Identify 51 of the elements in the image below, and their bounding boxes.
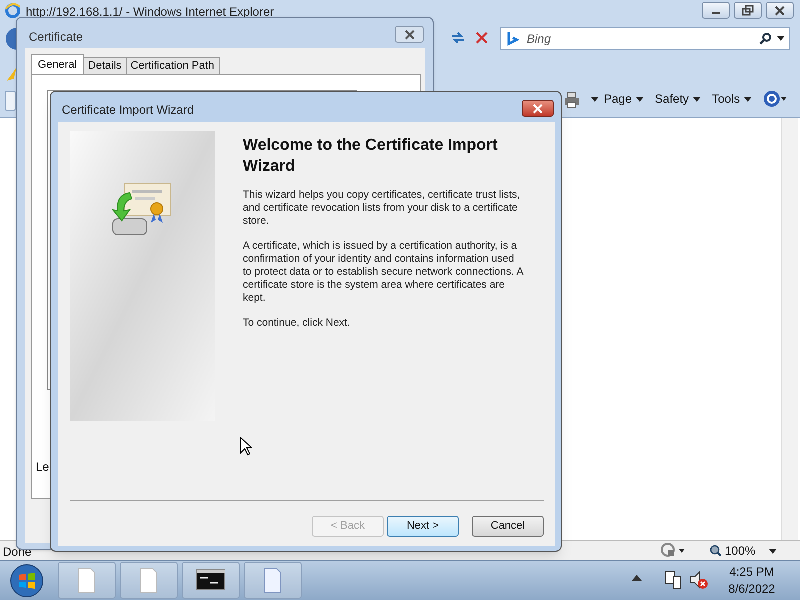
wizard-heading: Welcome to the Certificate Import Wizard — [243, 136, 499, 177]
wizard-button[interactable]: Cancel — [472, 516, 544, 537]
status-text: Done — [3, 544, 32, 561]
search-icon — [759, 32, 773, 46]
tab[interactable]: Certification Path — [126, 57, 220, 75]
close-icon — [474, 30, 490, 46]
wizard-paragraph: A certificate, which is issued by a certification authority, is a confirmation of your identity and contains information used to protect data or to establish secure network connections. A certificate store is the system area where certificates are kept. — [243, 240, 525, 305]
clock-time: 4:25 PM — [730, 564, 774, 581]
b-logo-icon — [507, 30, 519, 46]
zoom-button[interactable]: 100% — [710, 542, 777, 560]
close-icon — [404, 30, 416, 40]
clock-date: 8/6/2022 — [728, 581, 776, 598]
network-icon — [664, 569, 682, 591]
minimize-button[interactable] — [702, 2, 730, 19]
search-placeholder: Bing — [527, 30, 552, 48]
start-button[interactable] — [9, 563, 45, 599]
help-icon — [763, 90, 790, 108]
minimize-icon — [712, 12, 720, 14]
dialog-title: Certificate — [29, 29, 84, 46]
up-arrow-icon — [632, 574, 642, 582]
caret-icon — [636, 96, 644, 102]
wizard-button[interactable]: Next > — [387, 516, 459, 537]
printer-icon — [563, 91, 581, 109]
command-menu-button[interactable]: Page — [604, 90, 644, 108]
muted-speaker-icon — [689, 569, 709, 591]
close-button[interactable] — [766, 2, 794, 19]
panel-text: Le — [36, 459, 50, 476]
caret-icon — [693, 96, 702, 102]
ie-logo-icon — [5, 3, 21, 19]
restore-icon — [740, 4, 756, 18]
caret-icon — [744, 96, 752, 102]
caret-icon — [777, 36, 785, 42]
taskbar-button[interactable] — [182, 562, 240, 599]
window-title: http://192.168.1.1/ - Windows Internet Explorer — [26, 4, 274, 21]
tab[interactable]: Details — [83, 57, 127, 75]
mouse-cursor-icon — [240, 437, 252, 456]
tab[interactable]: General — [31, 54, 84, 75]
wizard-title: Certificate Import Wizard — [62, 102, 194, 119]
wizard-paragraph: This wizard helps you copy certificates, certificate trust lists, and certificate revocation lists from your disk to a certificate store. — [243, 189, 522, 228]
command-menu-button[interactable]: Safety — [655, 90, 702, 108]
caret-icon — [768, 548, 777, 554]
search-field[interactable]: Bing — [500, 27, 790, 50]
caret-icon — [591, 97, 599, 102]
restore-button[interactable] — [734, 2, 762, 19]
close-button[interactable] — [395, 26, 424, 43]
magnifier-icon — [710, 545, 722, 557]
close-button[interactable] — [522, 100, 554, 117]
wizard-paragraph: To continue, click Next. — [243, 317, 352, 330]
close-icon — [532, 104, 544, 114]
security-icon — [660, 543, 686, 558]
command-menu-button[interactable]: Tools — [712, 90, 752, 108]
